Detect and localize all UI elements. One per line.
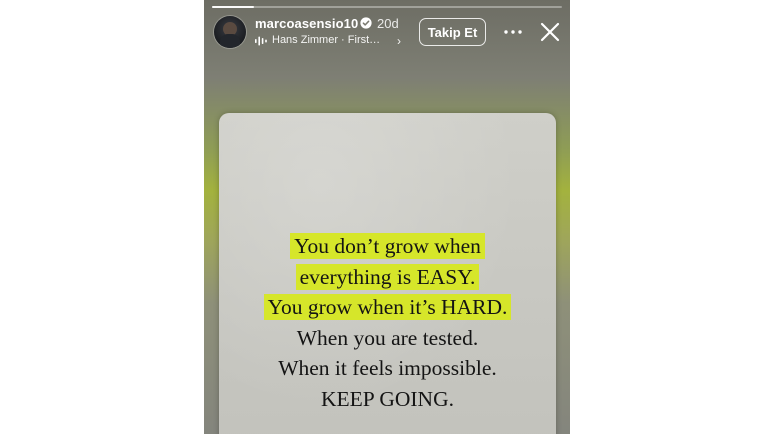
music-icon (255, 36, 267, 46)
quote-line: KEEP GOING. (321, 386, 454, 411)
avatar[interactable] (214, 16, 246, 48)
story-progress-fill (212, 6, 254, 8)
story-header: marcoasensio10 20d Hans Zimmer · First… … (204, 12, 570, 52)
more-icon[interactable] (502, 20, 524, 44)
quote-line: everything is EASY. (219, 262, 556, 293)
story-viewer[interactable]: marcoasensio10 20d Hans Zimmer · First… … (204, 0, 570, 434)
quote-line: When you are tested. (296, 325, 479, 350)
verified-icon (360, 17, 372, 29)
quote-line: You don’t grow when (219, 231, 556, 262)
chevron-right-icon[interactable]: › (397, 34, 401, 48)
time-ago: 20d (377, 16, 399, 31)
highlighted-text: You grow when it’s HARD. (263, 294, 512, 320)
music-track[interactable]: Hans Zimmer · First… (272, 34, 380, 46)
close-icon[interactable] (540, 22, 560, 42)
highlighted-text: everything is EASY. (295, 263, 480, 290)
follow-button[interactable]: Takip Et (419, 18, 486, 46)
quote-line: You grow when it’s HARD. (219, 292, 556, 323)
story-progress-bar (212, 6, 562, 8)
highlighted-text: You don’t grow when (290, 233, 485, 259)
quote-text: You don’t grow when everything is EASY. … (219, 231, 556, 414)
quote-line: When it feels impossible. (278, 356, 497, 380)
avatar-body (220, 34, 240, 48)
quote-card: You don’t grow when everything is EASY. … (219, 113, 556, 434)
username[interactable]: marcoasensio10 (255, 16, 358, 31)
